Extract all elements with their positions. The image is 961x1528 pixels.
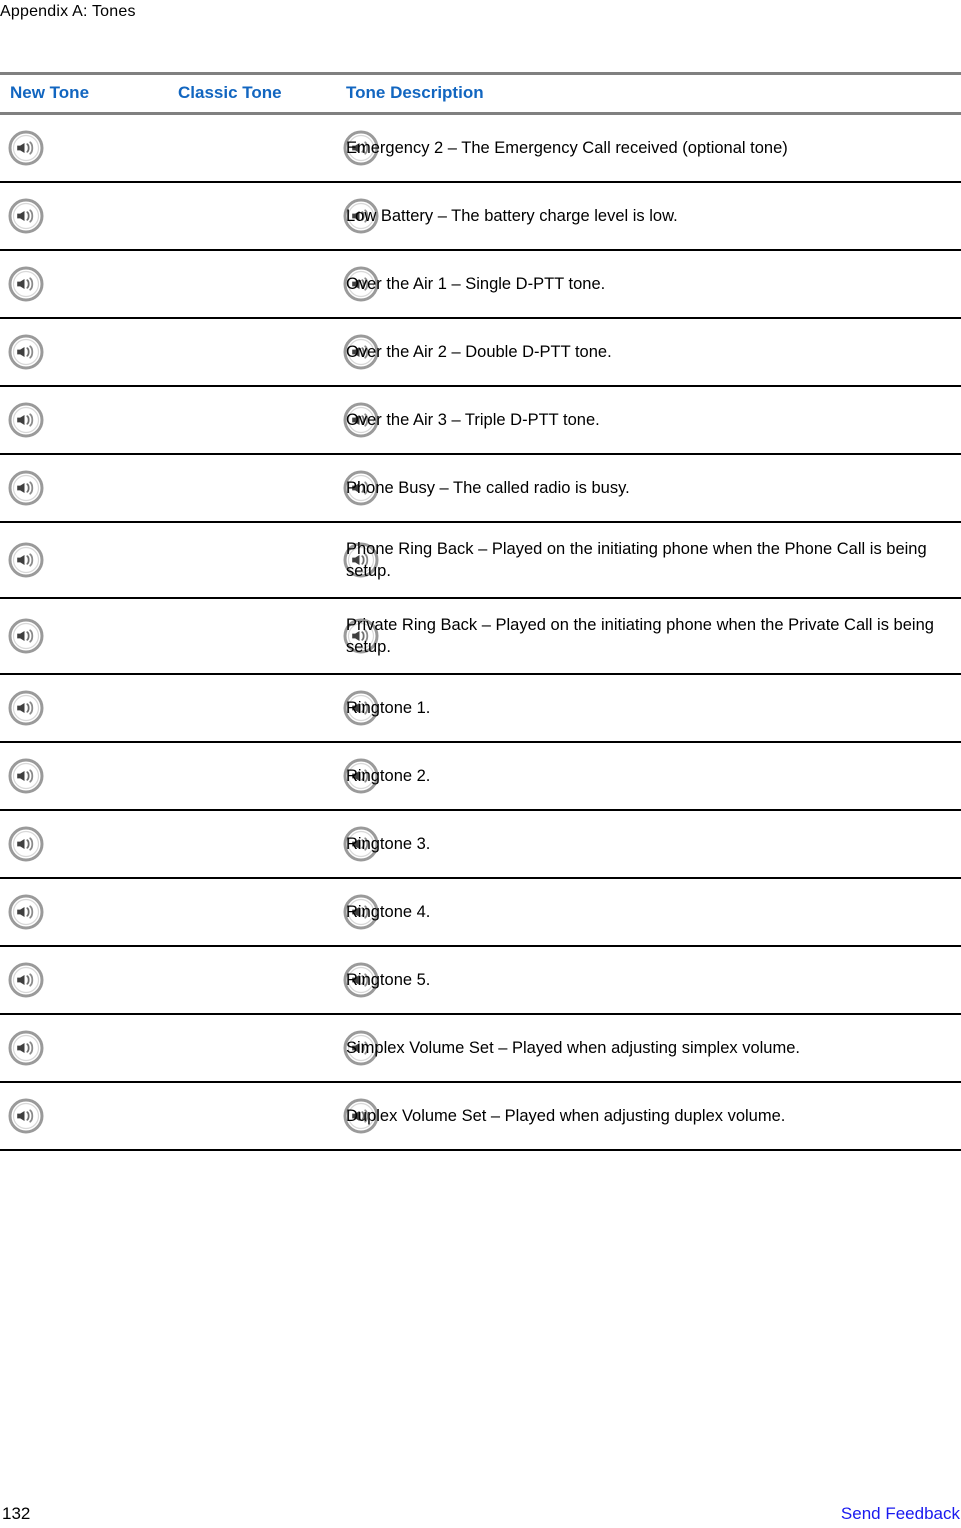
cell-tone-description: Private Ring Back – Played on the initia… — [338, 598, 961, 675]
cell-tone-description: Ringtone 5. — [338, 946, 961, 1015]
cell-new-tone — [0, 522, 168, 599]
speaker-volume-icon[interactable] — [8, 1030, 168, 1066]
table-row: Private Ring Back – Played on the initia… — [0, 598, 961, 675]
cell-new-tone — [0, 182, 168, 251]
speaker-volume-icon[interactable] — [8, 402, 168, 438]
cell-classic-tone — [168, 522, 379, 599]
cell-new-tone — [0, 674, 168, 743]
cell-new-tone — [0, 318, 168, 387]
cell-classic-tone — [168, 1082, 379, 1151]
speaker-volume-icon[interactable] — [8, 130, 168, 166]
cell-tone-description: Simplex Volume Set – Played when adjusti… — [338, 1014, 961, 1083]
column-header-tone-description: Tone Description — [338, 72, 961, 115]
table-header: New Tone Classic Tone Tone Description — [0, 72, 961, 115]
cell-classic-tone — [168, 674, 379, 743]
column-header-new-tone: New Tone — [0, 72, 168, 115]
speaker-volume-icon[interactable] — [8, 470, 168, 506]
table-row: Phone Busy – The called radio is busy. — [0, 454, 961, 523]
cell-tone-description: Phone Busy – The called radio is busy. — [338, 454, 961, 523]
cell-classic-tone — [168, 1014, 379, 1083]
cell-new-tone — [0, 113, 168, 183]
cell-tone-description: Over the Air 3 – Triple D-PTT tone. — [338, 386, 961, 455]
speaker-volume-icon[interactable] — [8, 962, 168, 998]
cell-new-tone — [0, 598, 168, 675]
cell-tone-description: Low Battery – The battery charge level i… — [338, 182, 961, 251]
cell-new-tone — [0, 1014, 168, 1083]
cell-tone-description: Ringtone 4. — [338, 878, 961, 947]
running-head: Appendix A: Tones — [0, 3, 136, 20]
speaker-volume-icon[interactable] — [8, 894, 168, 930]
table-row: Over the Air 2 – Double D-PTT tone. — [0, 318, 961, 387]
cell-tone-description: Over the Air 2 – Double D-PTT tone. — [338, 318, 961, 387]
speaker-volume-icon[interactable] — [8, 334, 168, 370]
cell-classic-tone — [168, 810, 379, 879]
tones-table: New Tone Classic Tone Tone Description E… — [0, 72, 961, 1151]
speaker-volume-icon[interactable] — [8, 266, 168, 302]
cell-classic-tone — [168, 113, 379, 183]
table-row: Ringtone 3. — [0, 810, 961, 879]
cell-new-tone — [0, 250, 168, 319]
cell-new-tone — [0, 454, 168, 523]
table-row: Ringtone 5. — [0, 946, 961, 1015]
speaker-volume-icon[interactable] — [8, 826, 168, 862]
send-feedback-link[interactable]: Send Feedback — [841, 1504, 960, 1524]
column-header-classic-tone: Classic Tone — [168, 72, 338, 115]
table-row: Low Battery – The battery charge level i… — [0, 182, 961, 251]
cell-classic-tone — [168, 878, 379, 947]
cell-tone-description: Ringtone 2. — [338, 742, 961, 811]
cell-tone-description: Ringtone 1. — [338, 674, 961, 743]
table-row: Simplex Volume Set – Played when adjusti… — [0, 1014, 961, 1083]
speaker-volume-icon[interactable] — [8, 758, 168, 794]
speaker-volume-icon[interactable] — [8, 618, 168, 654]
cell-tone-description: Duplex Volume Set – Played when adjustin… — [338, 1082, 961, 1151]
cell-classic-tone — [168, 454, 379, 523]
table-row: Ringtone 1. — [0, 674, 961, 743]
cell-new-tone — [0, 946, 168, 1015]
cell-classic-tone — [168, 386, 379, 455]
page-number: 132 — [2, 1504, 31, 1523]
cell-new-tone — [0, 386, 168, 455]
cell-new-tone — [0, 742, 168, 811]
table-row: Ringtone 4. — [0, 878, 961, 947]
table-row: Over the Air 1 – Single D-PTT tone. — [0, 250, 961, 319]
cell-tone-description: Over the Air 1 – Single D-PTT tone. — [338, 250, 961, 319]
table-header-row: New Tone Classic Tone Tone Description — [0, 72, 961, 115]
cell-classic-tone — [168, 742, 379, 811]
cell-classic-tone — [168, 598, 379, 675]
table-row: Phone Ring Back – Played on the initiati… — [0, 522, 961, 599]
cell-tone-description: Ringtone 3. — [338, 810, 961, 879]
cell-classic-tone — [168, 182, 379, 251]
cell-classic-tone — [168, 318, 379, 387]
cell-new-tone — [0, 878, 168, 947]
speaker-volume-icon[interactable] — [8, 542, 168, 578]
cell-tone-description: Emergency 2 – The Emergency Call receive… — [338, 113, 961, 183]
table-row: Over the Air 3 – Triple D-PTT tone. — [0, 386, 961, 455]
speaker-volume-icon[interactable] — [8, 690, 168, 726]
table-row: Ringtone 2. — [0, 742, 961, 811]
page-footer: 132 Send Feedback — [0, 1494, 961, 1528]
table-row: Duplex Volume Set – Played when adjustin… — [0, 1082, 961, 1151]
cell-new-tone — [0, 1082, 168, 1151]
cell-tone-description: Phone Ring Back – Played on the initiati… — [338, 522, 961, 599]
speaker-volume-icon[interactable] — [8, 198, 168, 234]
table-row: Emergency 2 – The Emergency Call receive… — [0, 113, 961, 183]
speaker-volume-icon[interactable] — [8, 1098, 168, 1134]
cell-new-tone — [0, 810, 168, 879]
table-body: Emergency 2 – The Emergency Call receive… — [0, 113, 961, 1151]
cell-classic-tone — [168, 946, 379, 1015]
cell-classic-tone — [168, 250, 379, 319]
